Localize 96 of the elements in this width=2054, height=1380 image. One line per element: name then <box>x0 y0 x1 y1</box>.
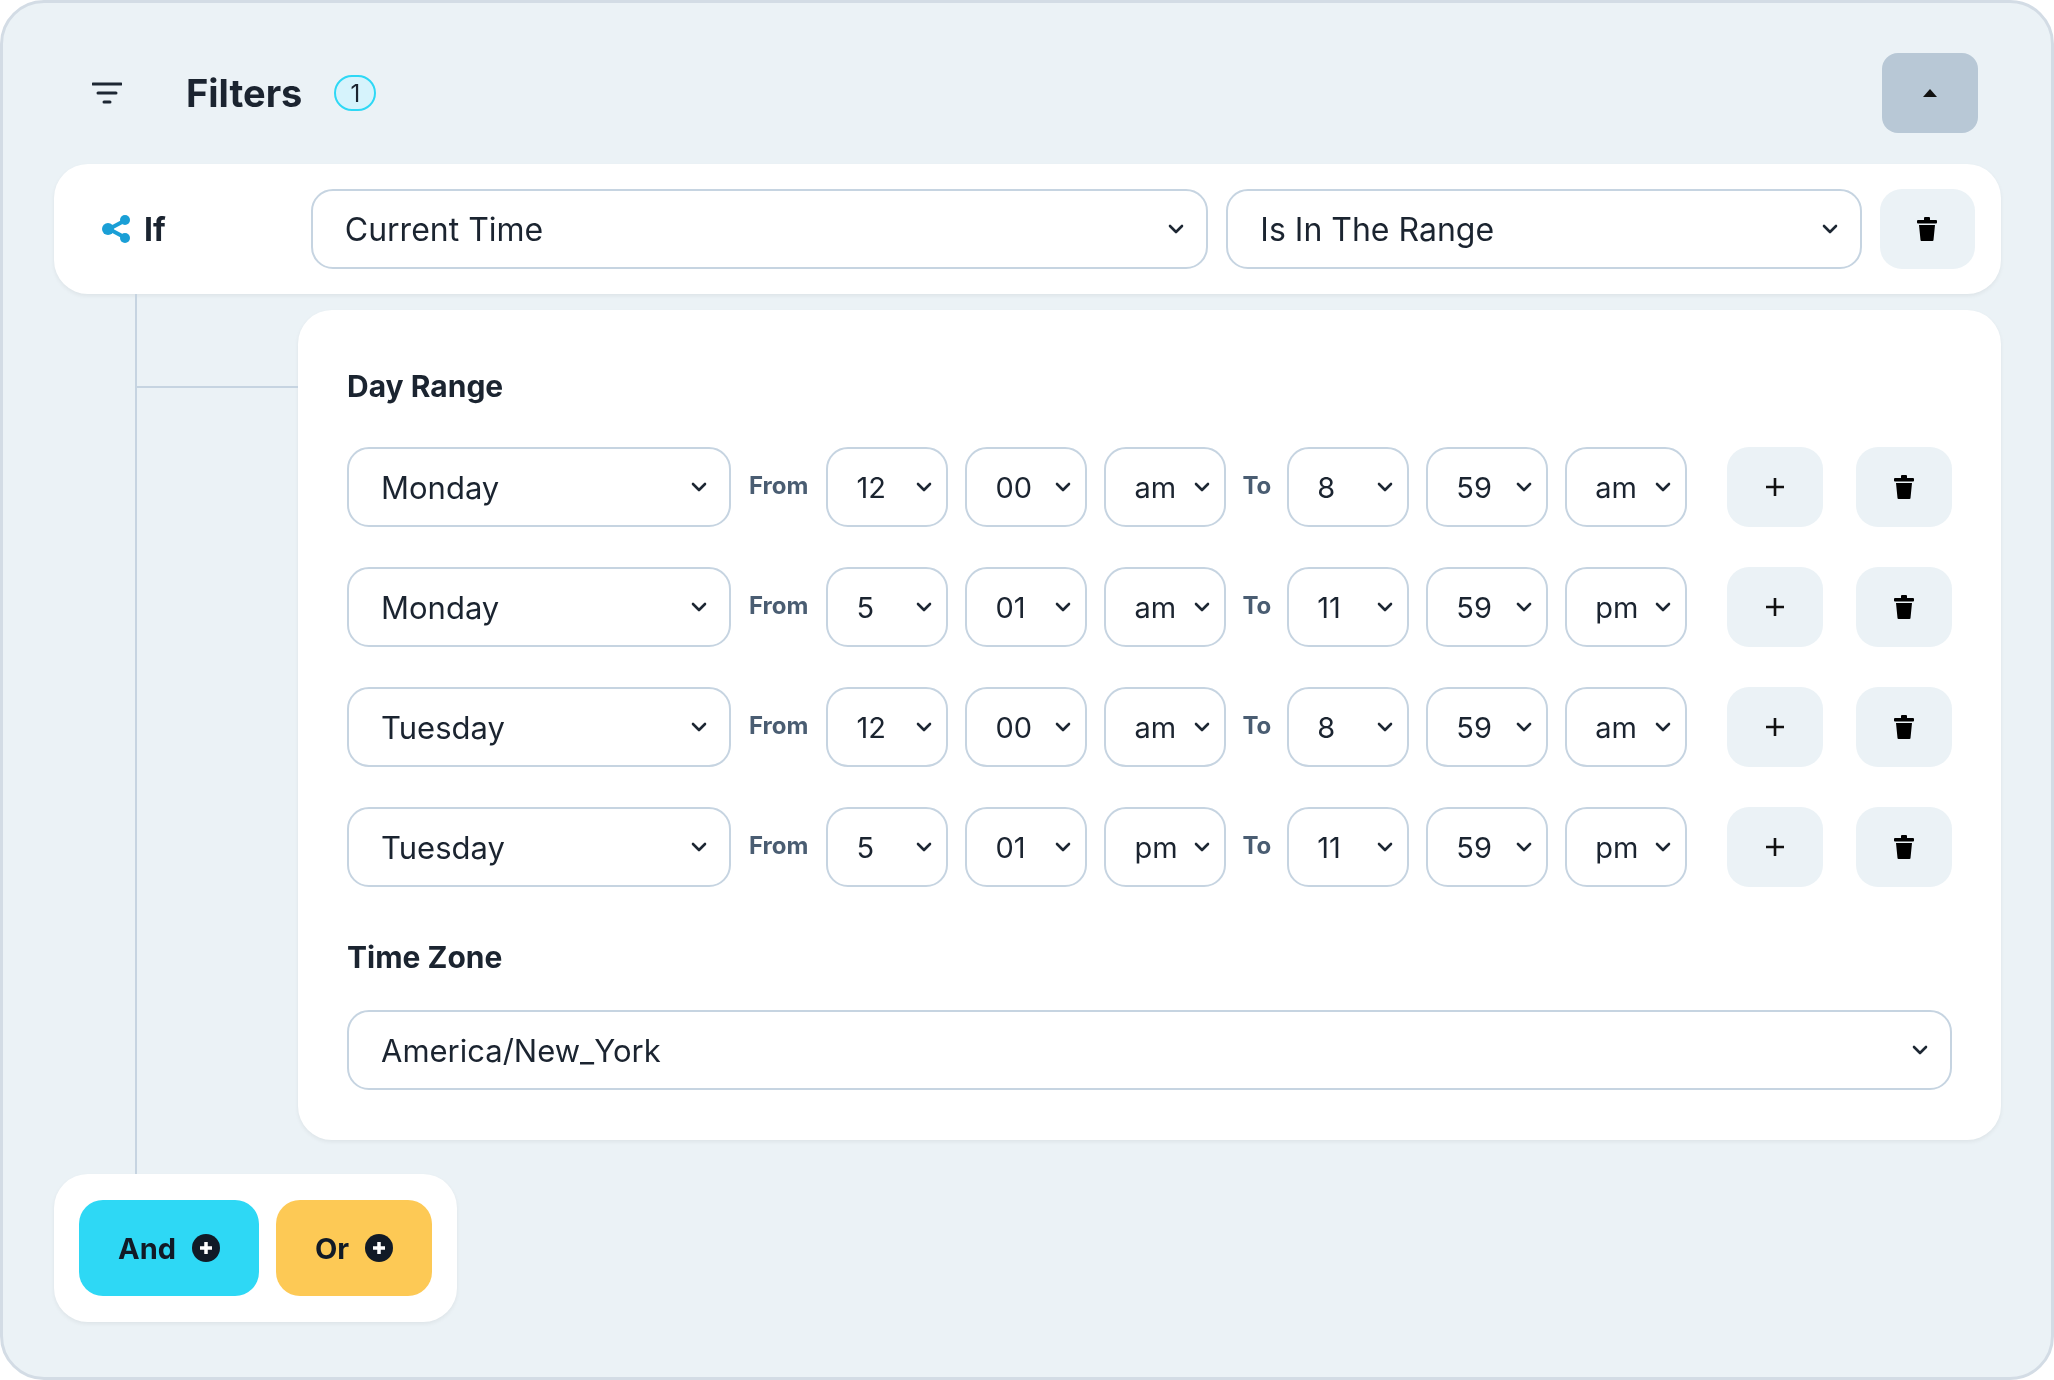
chevron-down-icon <box>1377 722 1394 732</box>
period-select[interactable]: am <box>1104 447 1227 527</box>
chevron-down-icon <box>1516 602 1533 612</box>
if-label: If <box>144 209 166 249</box>
minute-select[interactable]: 59 <box>1426 447 1549 527</box>
trash-icon <box>1894 475 1915 499</box>
trash-icon <box>1917 217 1938 241</box>
connector-button[interactable]: Or <box>276 1200 432 1296</box>
chevron-down-icon <box>1821 224 1838 234</box>
chevron-down-icon <box>1377 482 1394 492</box>
period-select[interactable]: am <box>1565 447 1688 527</box>
period-select[interactable]: pm <box>1565 807 1688 887</box>
minute-select[interactable]: 01 <box>965 807 1088 887</box>
to-label: To <box>1242 591 1272 620</box>
period-select[interactable]: pm <box>1565 567 1688 647</box>
share-icon <box>102 215 132 243</box>
period-select[interactable]: am <box>1565 687 1688 767</box>
chevron-down-icon <box>1055 722 1072 732</box>
chevron-down-icon <box>1516 722 1533 732</box>
chevron-down-icon <box>1194 602 1211 612</box>
delete-button[interactable] <box>1856 567 1953 647</box>
day-select[interactable]: Monday <box>347 447 731 527</box>
chevron-down-icon <box>916 842 933 852</box>
minute-select[interactable]: 59 <box>1426 567 1549 647</box>
hour-select[interactable]: 5 <box>826 807 949 887</box>
chevron-down-icon <box>916 722 933 732</box>
period-select[interactable]: am <box>1104 567 1227 647</box>
day-select[interactable]: Monday <box>347 567 731 647</box>
filter-icon <box>92 81 122 105</box>
minute-select[interactable]: 59 <box>1426 807 1549 887</box>
chevron-down-icon <box>1655 482 1672 492</box>
chevron-down-icon <box>916 602 933 612</box>
minute-select[interactable]: 00 <box>965 447 1088 527</box>
chevron-down-icon <box>1194 482 1211 492</box>
day-select[interactable]: Tuesday <box>347 687 731 767</box>
filter-count-badge: 1 <box>334 75 377 111</box>
delete-button[interactable] <box>1879 189 1975 269</box>
hour-select[interactable]: 5 <box>826 567 949 647</box>
chevron-down-icon <box>691 722 707 732</box>
field-select[interactable]: Current Time <box>310 189 1209 269</box>
hour-select[interactable]: 11 <box>1287 567 1410 647</box>
period-select[interactable]: am <box>1104 687 1227 767</box>
chevron-down-icon <box>1377 602 1394 612</box>
day-select[interactable]: Tuesday <box>347 807 731 887</box>
to-label: To <box>1242 711 1272 740</box>
caret-up-icon <box>1923 89 1937 97</box>
chevron-down-icon <box>1655 602 1672 612</box>
chevron-down-icon <box>1516 482 1533 492</box>
to-label: To <box>1242 831 1272 860</box>
plus-icon <box>1765 597 1786 617</box>
chevron-down-icon <box>1055 602 1072 612</box>
filters-title: Filters <box>186 70 303 116</box>
chevron-down-icon <box>916 482 933 492</box>
chevron-down-icon <box>1655 722 1672 732</box>
time-zone-select[interactable]: America/New_York <box>347 1010 1953 1090</box>
chevron-down-icon <box>1377 842 1394 852</box>
chevron-down-icon <box>691 842 707 852</box>
plus-icon <box>1765 477 1786 497</box>
plus-icon <box>1765 837 1786 857</box>
chevron-down-icon <box>1055 842 1072 852</box>
hour-select[interactable]: 8 <box>1287 687 1410 767</box>
from-label: From <box>749 711 809 740</box>
delete-button[interactable] <box>1856 447 1953 527</box>
operator-select[interactable]: Is In The Range <box>1226 189 1862 269</box>
hour-select[interactable]: 12 <box>826 687 949 767</box>
plus-icon <box>1765 717 1786 737</box>
minute-select[interactable]: 59 <box>1426 687 1549 767</box>
time-zone-title: Time Zone <box>347 939 504 975</box>
connector-button[interactable]: And <box>79 1200 259 1296</box>
chevron-down-icon <box>1912 1045 1929 1055</box>
hour-select[interactable]: 12 <box>826 447 949 527</box>
chevron-down-icon <box>1194 722 1211 732</box>
from-label: From <box>749 831 809 860</box>
minute-select[interactable]: 01 <box>965 567 1088 647</box>
chevron-down-icon <box>1055 482 1072 492</box>
from-label: From <box>749 471 809 500</box>
chevron-down-icon <box>1516 842 1533 852</box>
trash-icon <box>1894 715 1915 739</box>
chevron-down-icon <box>1168 224 1185 234</box>
plus-circle-icon <box>192 1234 220 1262</box>
from-label: From <box>749 591 809 620</box>
hour-select[interactable]: 11 <box>1287 807 1410 887</box>
trash-icon <box>1894 595 1915 619</box>
minute-select[interactable]: 00 <box>965 687 1088 767</box>
chevron-down-icon <box>691 602 707 612</box>
delete-button[interactable] <box>1856 807 1953 887</box>
to-label: To <box>1242 471 1272 500</box>
trash-icon <box>1894 835 1915 859</box>
chevron-down-icon <box>691 482 707 492</box>
day-range-title: Day Range <box>347 368 505 404</box>
hour-select[interactable]: 8 <box>1287 447 1410 527</box>
plus-circle-icon <box>365 1234 394 1262</box>
delete-button[interactable] <box>1856 687 1953 767</box>
period-select[interactable]: pm <box>1104 807 1227 887</box>
chevron-down-icon <box>1194 842 1211 852</box>
chevron-down-icon <box>1655 842 1672 852</box>
